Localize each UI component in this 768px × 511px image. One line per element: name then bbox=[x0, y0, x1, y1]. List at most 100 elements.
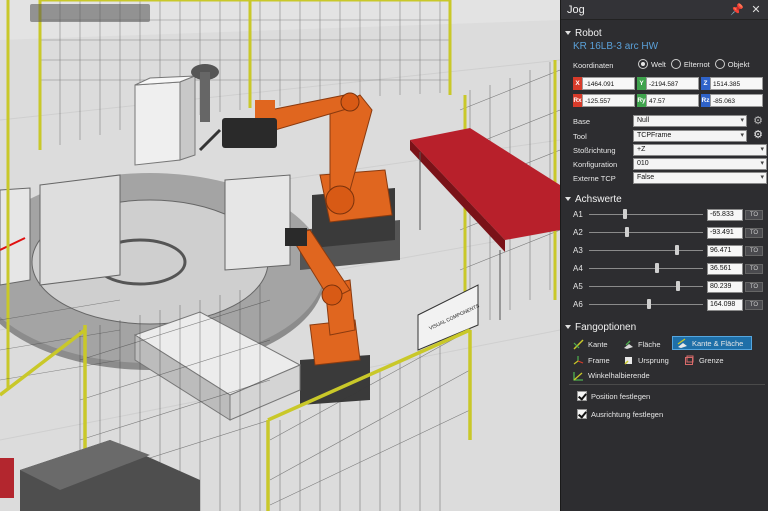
joint-slider-track[interactable] bbox=[589, 286, 703, 287]
collapse-arrow-icon bbox=[565, 197, 571, 201]
base-dropdown[interactable]: Null ▾ bbox=[633, 115, 747, 127]
viewport-toolbar[interactable] bbox=[30, 4, 150, 22]
base-value: Null bbox=[637, 117, 650, 124]
joint-value-field[interactable]: 36.561 bbox=[707, 263, 743, 275]
coord-x-tag: X bbox=[573, 77, 582, 90]
orientation-checkbox[interactable]: Ausrichtung festlegen bbox=[577, 409, 663, 419]
divider bbox=[569, 384, 765, 385]
base-gear-icon[interactable]: ⚙ bbox=[752, 115, 764, 127]
coord-rz-field[interactable]: Rz -85.063 bbox=[701, 94, 763, 107]
joint-slider-thumb[interactable] bbox=[674, 245, 679, 255]
external-tcp-value: False bbox=[637, 174, 655, 181]
coord-ry-field[interactable]: Ry 47.57 bbox=[637, 94, 699, 107]
robot-section-header[interactable]: Robot bbox=[561, 26, 768, 40]
joint-slider-track[interactable] bbox=[589, 214, 703, 215]
close-icon[interactable]: ✕ bbox=[750, 4, 762, 16]
snap-section-label: Fangoptionen bbox=[575, 321, 637, 333]
joint-slider-thumb[interactable] bbox=[623, 209, 628, 219]
external-tcp-dropdown[interactable]: False ▾ bbox=[633, 172, 767, 184]
checkbox-checked bbox=[577, 409, 587, 419]
joint-to-button[interactable]: TO bbox=[745, 300, 763, 310]
base-label: Base bbox=[573, 117, 591, 126]
joint-row-a1: A1 -65.833 TO bbox=[561, 208, 768, 222]
joint-to-button[interactable]: TO bbox=[745, 246, 763, 256]
coord-rz-value: -85.063 bbox=[710, 94, 763, 107]
joint-to-button[interactable]: TO bbox=[745, 282, 763, 292]
joint-value-field[interactable]: 96.471 bbox=[707, 245, 743, 257]
snap-grenze[interactable]: Grenze bbox=[684, 354, 724, 367]
joint-to-button[interactable]: TO bbox=[745, 264, 763, 274]
axes-section-header[interactable]: Achswerte bbox=[561, 192, 622, 206]
radio-objekt[interactable]: Objekt bbox=[714, 59, 750, 69]
snap-kante-flaeche[interactable]: Kante & Fläche bbox=[672, 336, 753, 350]
coord-x-field[interactable]: X -1464.091 bbox=[573, 77, 635, 90]
coord-rx-field[interactable]: Rx -125.557 bbox=[573, 94, 635, 107]
joint-value-field[interactable]: 164.098 bbox=[707, 299, 743, 311]
collapse-arrow-icon bbox=[565, 325, 571, 329]
radio-elternot-dot bbox=[670, 59, 681, 69]
joint-row-a2: A2 -93.491 TO bbox=[561, 226, 768, 240]
configuration-dropdown[interactable]: 010 ▾ bbox=[633, 158, 767, 170]
joint-slider-thumb[interactable] bbox=[675, 281, 680, 291]
coord-ry-value: 47.57 bbox=[646, 94, 699, 107]
coord-rz-tag: Rz bbox=[701, 94, 710, 107]
snap-winkelhalbierende[interactable]: Winkelhalbierende bbox=[573, 369, 650, 382]
radio-welt[interactable]: Welt bbox=[638, 59, 666, 69]
joint-label: A3 bbox=[573, 246, 583, 255]
edge-face-snap-icon bbox=[677, 337, 687, 348]
pin-icon[interactable]: 📌 bbox=[730, 4, 744, 16]
3d-viewport[interactable]: VISUAL COMPONENTS bbox=[0, 0, 560, 511]
snap-flaeche[interactable]: Fläche bbox=[623, 338, 661, 351]
coord-y-tag: Y bbox=[637, 77, 646, 90]
bisector-snap-icon bbox=[573, 372, 583, 381]
tool-label: Tool bbox=[573, 132, 587, 141]
snap-frame[interactable]: Frame bbox=[573, 354, 610, 367]
robot-name: KR 16LB-3 arc HW bbox=[573, 41, 659, 52]
coordinates-label: Koordinaten bbox=[573, 61, 614, 70]
joint-row-a6: A6 164.098 TO bbox=[561, 298, 768, 312]
coord-ry-tag: Ry bbox=[637, 94, 646, 107]
joint-label: A1 bbox=[573, 210, 583, 219]
orientation-checkbox-label: Ausrichtung festlegen bbox=[591, 409, 664, 419]
joint-value-field[interactable]: 80.239 bbox=[707, 281, 743, 293]
origin-snap-icon bbox=[624, 357, 632, 365]
snap-winkelhalbierende-label: Winkelhalbierende bbox=[588, 371, 650, 380]
joint-to-button[interactable]: TO bbox=[745, 210, 763, 220]
joint-label: A2 bbox=[573, 228, 583, 237]
tool-dropdown[interactable]: TCPFrame ▾ bbox=[633, 130, 747, 142]
radio-elternot[interactable]: Elternot bbox=[670, 59, 710, 69]
joint-value-field[interactable]: -93.491 bbox=[707, 227, 743, 239]
joint-slider-track[interactable] bbox=[589, 304, 703, 305]
radio-welt-dot bbox=[638, 59, 648, 69]
chevron-down-icon: ▾ bbox=[740, 117, 744, 124]
snap-kante-flaeche-label: Kante & Fläche bbox=[692, 338, 744, 348]
tool-gear-icon[interactable]: ⚙ bbox=[752, 129, 764, 141]
joint-slider-thumb[interactable] bbox=[655, 263, 660, 273]
position-checkbox[interactable]: Position festlegen bbox=[577, 391, 650, 401]
external-tcp-label: Externe TCP bbox=[573, 174, 616, 183]
joint-slider-track[interactable] bbox=[589, 268, 703, 269]
chevron-down-icon: ▾ bbox=[760, 160, 764, 167]
direction-dropdown[interactable]: +Z ▾ bbox=[633, 144, 767, 156]
direction-value: +Z bbox=[637, 146, 646, 153]
coord-z-field[interactable]: Z 1514.385 bbox=[701, 77, 763, 90]
radio-objekt-label: Objekt bbox=[727, 59, 750, 69]
snap-ursprung[interactable]: Ursprung bbox=[623, 354, 669, 367]
joint-to-button[interactable]: TO bbox=[745, 228, 763, 238]
panel-title: Jog bbox=[567, 3, 585, 16]
joint-value-field[interactable]: -65.833 bbox=[707, 209, 743, 221]
snap-kante-label: Kante bbox=[588, 340, 608, 349]
snap-kante[interactable]: Kante bbox=[573, 338, 608, 351]
joint-label: A6 bbox=[573, 300, 583, 309]
joint-slider-thumb[interactable] bbox=[624, 227, 629, 237]
coord-y-field[interactable]: Y -2194.587 bbox=[637, 77, 699, 90]
snap-section-header[interactable]: Fangoptionen bbox=[561, 320, 636, 334]
joint-slider-track[interactable] bbox=[589, 232, 703, 233]
joint-slider-thumb[interactable] bbox=[647, 299, 652, 309]
joint-slider-track[interactable] bbox=[589, 250, 703, 251]
face-snap-icon bbox=[624, 340, 633, 349]
chevron-down-icon: ▾ bbox=[760, 146, 764, 153]
radio-elternot-label: Elternot bbox=[683, 59, 710, 69]
direction-label: Stoßrichtung bbox=[573, 146, 616, 155]
coord-rx-value: -125.557 bbox=[582, 94, 635, 107]
